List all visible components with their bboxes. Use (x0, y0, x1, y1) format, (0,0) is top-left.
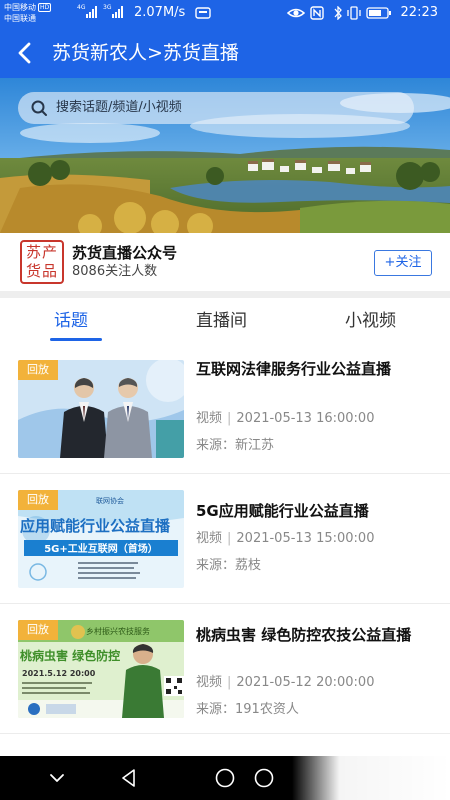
item-source: 来源：荔枝 (196, 558, 262, 573)
item-datetime: 2021-05-13 15:00:00 (236, 531, 375, 546)
signal-icon (112, 6, 123, 18)
app-header: 苏货新农人>苏货直播 (0, 28, 450, 78)
banner-image: 搜索话题/频道/小视频 (0, 78, 450, 233)
back-triangle-icon[interactable] (118, 767, 140, 789)
thumb-title-text: 桃病虫害 绿色防控 (20, 648, 120, 663)
thumb-subtitle-text: 5G+工业互联网（首场） (44, 542, 158, 555)
tab-bar: 话题 直播间 小视频 (0, 298, 450, 344)
video-thumbnail[interactable]: 回放 (18, 360, 184, 458)
item-meta: 视频 | 2021-05-12 20:00:00 (196, 674, 374, 692)
nfc-icon (310, 6, 324, 20)
carrier-2: 中国联通 (4, 14, 36, 23)
meta-separator: | (227, 531, 232, 546)
item-datetime: 2021-05-12 20:00:00 (236, 675, 375, 690)
network-speed: 2.07M/s (134, 5, 186, 20)
home-circle-icon[interactable] (214, 767, 236, 789)
item-title[interactable]: 5G应用赋能行业公益直播 (196, 500, 430, 523)
item-datetime: 2021-05-13 16:00:00 (236, 411, 375, 426)
clock: 22:23 (400, 5, 438, 20)
account-logo: 苏产 货品 (20, 240, 64, 284)
active-tab-indicator (50, 338, 102, 341)
vibrate-icon (334, 6, 342, 20)
tab-short-videos[interactable]: 小视频 (345, 310, 396, 332)
item-type: 视频 (196, 531, 223, 546)
recents-circle-icon[interactable] (253, 767, 275, 789)
item-source: 来源：191农资人 (196, 702, 299, 717)
follower-count: 8086关注人数 (72, 264, 158, 279)
eye-icon (287, 8, 305, 18)
carrier-info: 中国移动 HD 中国联通 (4, 2, 52, 24)
thumb-top-text: 乡村振兴农技服务 (86, 626, 150, 636)
notification-icon (195, 7, 211, 19)
hd-badge: HD (38, 3, 52, 12)
collapse-icon[interactable] (46, 767, 68, 789)
thumb-date-text: 2021.5.12 20:00 (22, 669, 96, 678)
tab-topics[interactable]: 话题 (54, 310, 88, 332)
replay-tag: 回放 (18, 490, 58, 510)
meta-separator: | (227, 411, 232, 426)
item-type: 视频 (196, 411, 223, 426)
replay-tag: 回放 (18, 620, 58, 640)
item-meta: 视频 | 2021-05-13 16:00:00 (196, 410, 374, 428)
follow-button[interactable]: +关注 (374, 250, 432, 276)
thumb-header-text: 联网协会 (96, 496, 124, 505)
video-thumbnail[interactable]: 乡村振兴农技服务 桃病虫害 绿色防控 2021.5.12 20:00 回放 (18, 620, 184, 718)
network-type-2: 3G (103, 4, 112, 11)
search-bar[interactable]: 搜索话题/频道/小视频 (18, 92, 414, 124)
back-arrow-icon[interactable] (10, 38, 40, 68)
search-icon (31, 100, 47, 116)
item-type: 视频 (196, 675, 223, 690)
item-meta: 视频 | 2021-05-13 15:00:00 (196, 530, 374, 548)
logo-line-2: 货品 (25, 262, 58, 280)
thumb-title-text: 应用赋能行业公益直播 (20, 517, 171, 535)
account-name: 苏货直播公众号 (72, 244, 178, 262)
list-item[interactable]: 回放 互联网法律服务行业公益直播 视频 | 2021-05-13 16:00:00 … (0, 344, 450, 474)
account-row: 苏产 货品 苏货直播公众号 8086关注人数 +关注 (0, 233, 450, 291)
vibrate-icon (347, 6, 361, 20)
status-bar: 中国移动 HD 中国联通 4G 3G 2.07M/s 22:23 (0, 0, 450, 28)
list-item[interactable]: 联网协会 应用赋能行业公益直播 5G+工业互联网（首场） 回放 5G应用赋能行业… (0, 474, 450, 604)
logo-line-1: 苏产 (25, 243, 58, 261)
item-source: 来源：新江苏 (196, 438, 275, 453)
tab-live-rooms[interactable]: 直播间 (196, 310, 247, 332)
page-title: 苏货新农人>苏货直播 (52, 42, 239, 64)
signal-icon (86, 6, 97, 18)
item-title[interactable]: 互联网法律服务行业公益直播 (196, 358, 430, 381)
video-thumbnail[interactable]: 联网协会 应用赋能行业公益直播 5G+工业互联网（首场） 回放 (18, 490, 184, 588)
replay-tag: 回放 (18, 360, 58, 380)
carrier-1: 中国移动 (4, 3, 36, 12)
battery-icon (366, 7, 391, 19)
item-title[interactable]: 桃病虫害 绿色防控农技公益直播 (196, 624, 430, 647)
network-type-1: 4G (77, 4, 86, 11)
list-item[interactable]: 乡村振兴农技服务 桃病虫害 绿色防控 2021.5.12 20:00 回放 桃病… (0, 604, 450, 734)
nav-bar-overlay (292, 756, 450, 800)
section-divider (0, 291, 450, 298)
search-placeholder: 搜索话题/频道/小视频 (56, 100, 182, 115)
meta-separator: | (227, 675, 232, 690)
